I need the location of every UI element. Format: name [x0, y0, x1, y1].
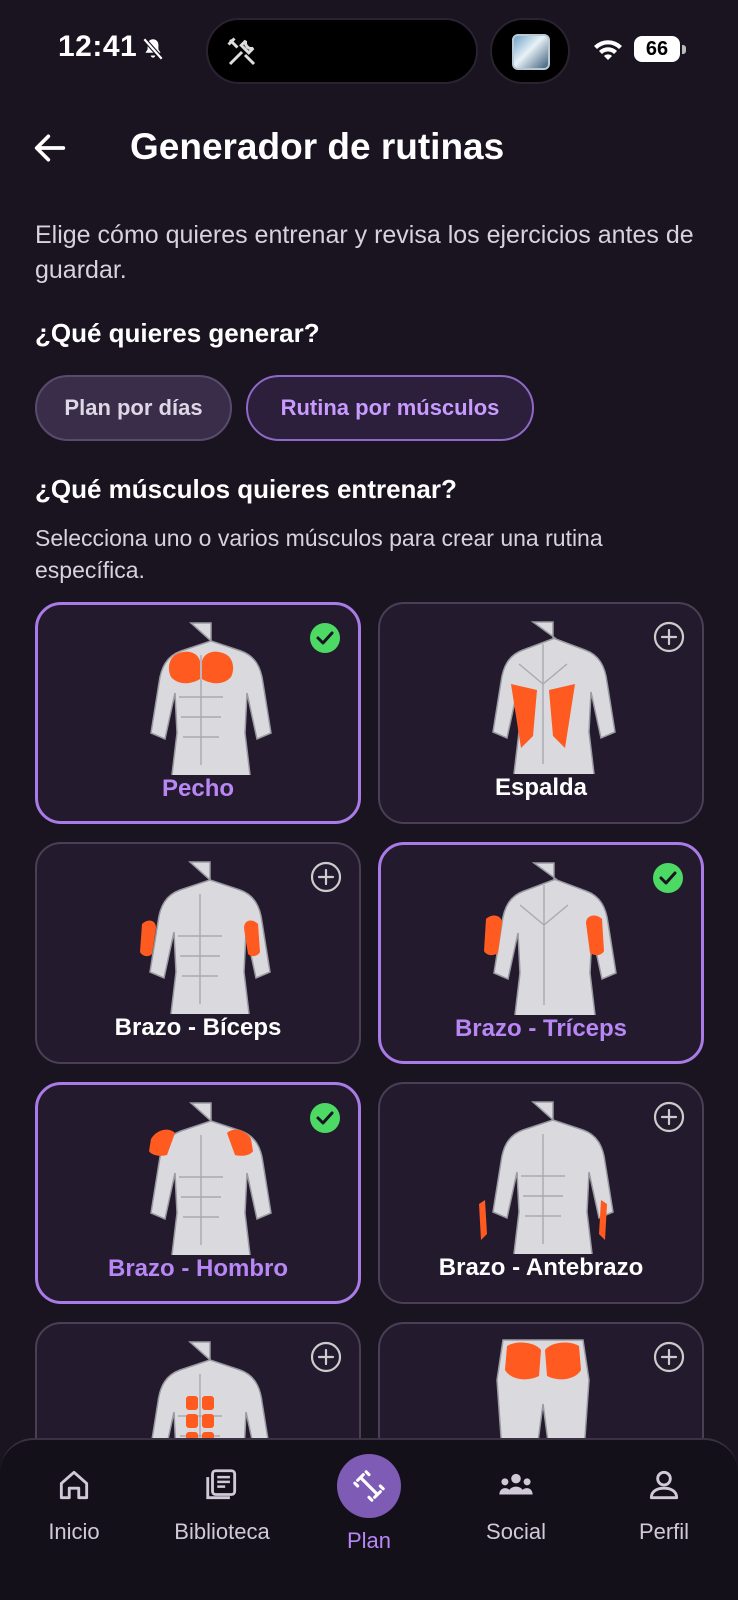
- intro-text: Elige cómo quieres entrenar y revisa los…: [35, 221, 694, 284]
- check-icon: [310, 1103, 340, 1133]
- muscles-question: ¿Qué músculos quieres entrenar?: [35, 474, 457, 504]
- muscle-card-triceps[interactable]: Brazo - Tríceps: [378, 842, 704, 1064]
- muscle-card-label: Pecho: [161, 775, 235, 802]
- muscle-card-biceps[interactable]: Brazo - Bíceps: [35, 842, 361, 1064]
- nav-label: Inicio: [48, 1519, 100, 1544]
- media-thumbnail: [512, 34, 550, 70]
- status-time: 12:41: [58, 30, 138, 63]
- add-circle-icon: [653, 1101, 685, 1133]
- triceps-figure-icon: [484, 862, 617, 1015]
- muscle-card-label: Brazo - Tríceps: [454, 1015, 628, 1042]
- nav-inicio[interactable]: Inicio: [4, 1454, 144, 1574]
- back-arrow-icon[interactable]: [30, 128, 70, 168]
- nav-social[interactable]: Social: [446, 1454, 586, 1574]
- home-icon: [59, 1470, 89, 1500]
- check-icon: [310, 623, 340, 653]
- muscles-subtitle: Selecciona uno o varios músculos para cr…: [35, 525, 603, 583]
- nav-perfil[interactable]: Perfil: [594, 1454, 734, 1574]
- status-bar: 12:41 66: [0, 0, 738, 100]
- muscle-card-label: Espalda: [494, 774, 588, 801]
- nav-biblioteca[interactable]: Biblioteca: [152, 1454, 292, 1574]
- profile-icon: [649, 1470, 679, 1500]
- chest-figure-icon: [150, 622, 272, 775]
- shoulder-figure-icon: [149, 1102, 272, 1255]
- muscle-card-espalda[interactable]: Espalda: [378, 602, 704, 824]
- muscle-card-antebrazo[interactable]: Brazo - Antebrazo: [378, 1082, 704, 1304]
- add-circle-icon: [653, 621, 685, 653]
- bell-muted-icon: [142, 37, 164, 61]
- add-circle-icon: [653, 1341, 685, 1373]
- option-rutina-por-musculos[interactable]: Rutina por músculos: [246, 375, 534, 441]
- generate-question: ¿Qué quieres generar?: [35, 318, 320, 348]
- page-title: Generador de rutinas: [130, 126, 505, 167]
- battery-indicator: 66: [634, 36, 686, 62]
- forearm-figure-icon: [479, 1101, 614, 1254]
- muscle-card-hombro[interactable]: Brazo - Hombro: [35, 1082, 361, 1304]
- media-activity: [490, 18, 570, 84]
- nav-plan-highlight: [337, 1454, 401, 1518]
- add-circle-icon: [310, 861, 342, 893]
- dynamic-island: [206, 18, 478, 84]
- muscle-card-label: Brazo - Bíceps: [114, 1014, 282, 1041]
- library-icon: [206, 1469, 237, 1500]
- muscle-card-label: Brazo - Hombro: [108, 1255, 288, 1282]
- group-icon: [499, 1473, 533, 1495]
- nav-label: Plan: [346, 1528, 392, 1553]
- nav-label: Biblioteca: [174, 1519, 270, 1544]
- nav-label: Social: [486, 1519, 546, 1544]
- wifi-icon: [594, 40, 622, 60]
- option-plan-por-dias[interactable]: Plan por días: [35, 375, 232, 441]
- muscle-card-pecho[interactable]: Pecho: [35, 602, 361, 824]
- nav-plan[interactable]: Plan: [299, 1454, 439, 1574]
- tools-icon: [227, 37, 256, 66]
- check-icon: [653, 863, 683, 893]
- dumbbell-icon: [353, 1470, 385, 1502]
- nav-label: Perfil: [638, 1519, 690, 1544]
- add-circle-icon: [310, 1341, 342, 1373]
- bottom-navigation: Inicio Biblioteca Plan Social Perfil: [0, 1438, 738, 1600]
- muscle-card-label: Brazo - Antebrazo: [438, 1254, 644, 1281]
- back-figure-icon: [492, 621, 616, 774]
- biceps-figure-icon: [140, 861, 271, 1014]
